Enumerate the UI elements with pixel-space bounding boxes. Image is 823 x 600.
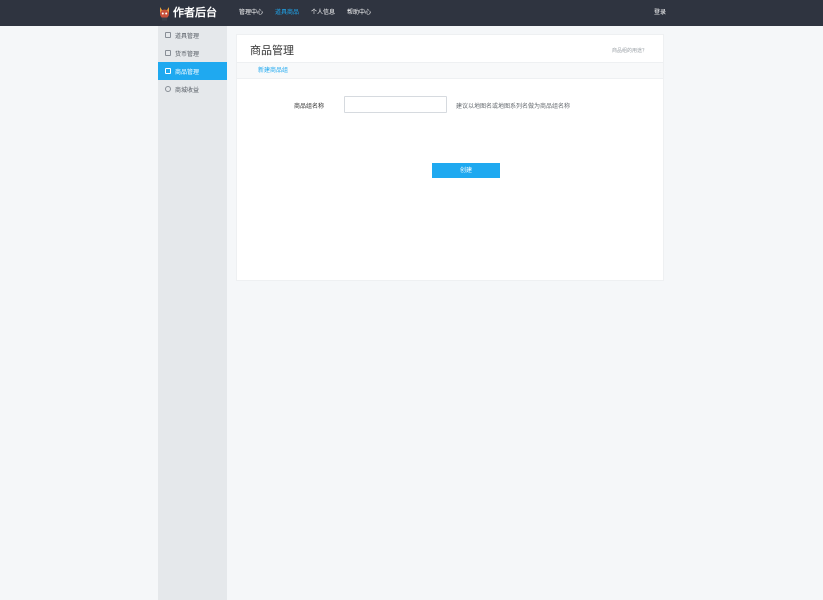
- document-icon: [165, 68, 171, 74]
- content-panel: 商品管理 商品组的用途？ 新建商品组 商品组名称 建议以地图名或地图系列名做为商…: [236, 34, 664, 281]
- main-nav: 管理中心 道具商品 个人信息 帮助中心: [239, 0, 383, 26]
- product-group-name-hint: 建议以地图名或地图系列名做为商品组名称: [456, 103, 571, 110]
- sidebar: 道具管理 货币管理 商品管理 商城收益: [158, 26, 227, 600]
- product-group-help-link[interactable]: 商品组的用途？: [612, 47, 647, 54]
- product-group-name-label: 商品组名称: [294, 103, 325, 110]
- sidebar-item-label: 道具管理: [175, 32, 200, 40]
- nav-item-help-center[interactable]: 帮助中心: [347, 0, 371, 26]
- mascot-logo-icon: [158, 5, 171, 21]
- brand-logo[interactable]: 作者后台: [158, 4, 217, 22]
- nav-item-management-center[interactable]: 管理中心: [239, 0, 263, 26]
- product-group-name-input[interactable]: [344, 96, 447, 113]
- nav-item-item-products[interactable]: 道具商品: [275, 0, 299, 26]
- brand-name: 作者后台: [173, 6, 217, 19]
- currency-icon: [165, 50, 171, 56]
- tab-new-product-group[interactable]: 新建商品组: [258, 63, 288, 78]
- sidebar-item-mall-revenue[interactable]: 商城收益: [158, 80, 227, 98]
- sidebar-item-label: 商品管理: [175, 68, 200, 76]
- sidebar-item-currency-management[interactable]: 货币管理: [158, 44, 227, 62]
- item-box-icon: [165, 32, 171, 38]
- sub-tabs: 新建商品组: [237, 62, 663, 79]
- sidebar-item-label: 商城收益: [175, 86, 200, 94]
- create-button[interactable]: 创建: [432, 163, 500, 178]
- page-title: 商品管理: [250, 44, 294, 57]
- nav-item-personal-info[interactable]: 个人信息: [311, 0, 335, 26]
- login-link[interactable]: 登录: [654, 0, 666, 26]
- sidebar-item-product-management[interactable]: 商品管理: [158, 62, 227, 80]
- sidebar-item-label: 货币管理: [175, 50, 200, 58]
- revenue-icon: [165, 86, 171, 92]
- sidebar-item-item-management[interactable]: 道具管理: [158, 26, 227, 44]
- top-navigation-bar: 作者后台 管理中心 道具商品 个人信息 帮助中心 登录: [0, 0, 823, 26]
